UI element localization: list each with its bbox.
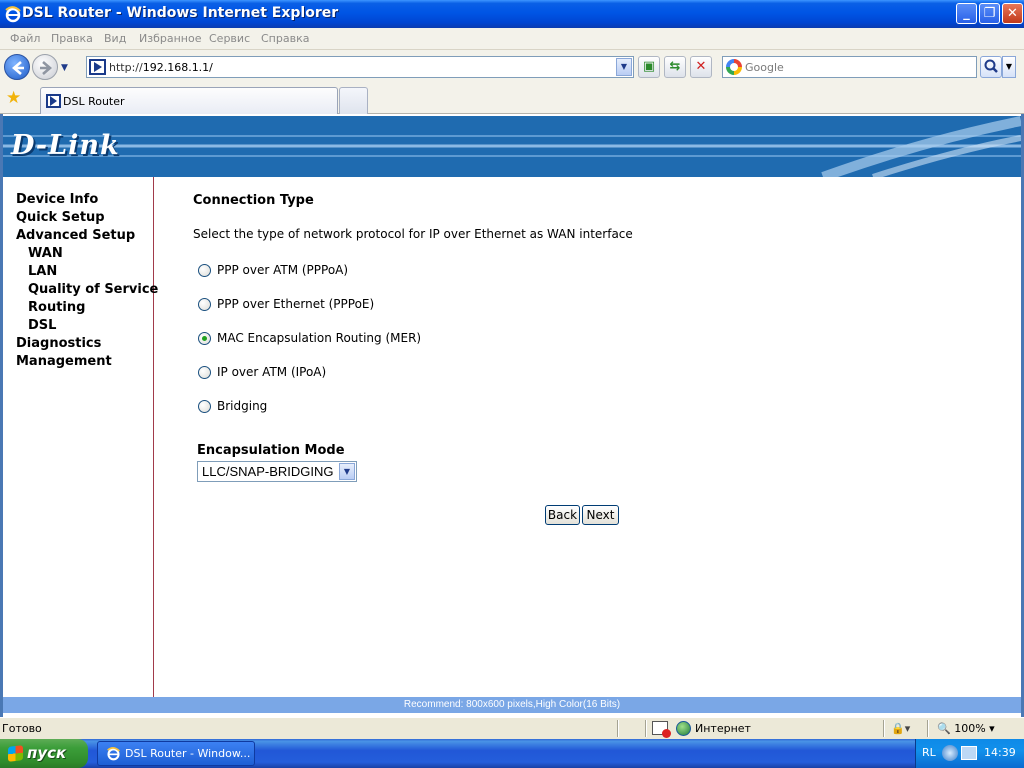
menu-tools[interactable]: Сервис bbox=[209, 32, 250, 45]
radio-pppoa[interactable] bbox=[198, 264, 211, 277]
sidebar-item-advanced-setup[interactable]: Advanced Setup bbox=[16, 228, 135, 243]
ie-logo-icon bbox=[107, 747, 120, 761]
radio-pppoe[interactable] bbox=[198, 298, 211, 311]
address-bar[interactable]: http://192.168.1.1/ ▼ bbox=[86, 56, 634, 78]
refresh-button[interactable]: ⇆ bbox=[664, 56, 686, 78]
sidebar-item-lan[interactable]: LAN bbox=[28, 264, 57, 279]
radio-ipoa[interactable] bbox=[198, 366, 211, 379]
search-options-button[interactable]: ▼ bbox=[1002, 56, 1016, 78]
status-separator bbox=[645, 720, 647, 737]
protected-mode-icon[interactable]: 🔒▾ bbox=[891, 722, 910, 735]
option-label: IP over ATM (IPoA) bbox=[217, 365, 327, 379]
next-form-button[interactable]: Next bbox=[582, 505, 619, 525]
clock: 14:39 bbox=[984, 746, 1016, 759]
menu-edit[interactable]: Правка bbox=[51, 32, 93, 45]
menu-bar: Файл Правка Вид Избранное Сервис Справка bbox=[0, 28, 1024, 50]
dlink-banner: D-Link bbox=[3, 116, 1021, 177]
status-bar: Готово Интернет 🔒▾ 🔍 100% ▾ bbox=[0, 717, 1024, 739]
address-url[interactable]: http://192.168.1.1/ bbox=[109, 61, 213, 74]
sidebar-item-management[interactable]: Management bbox=[16, 354, 112, 369]
network-icon[interactable] bbox=[961, 746, 977, 760]
tray-app-icon[interactable] bbox=[942, 745, 958, 761]
magnifier-icon bbox=[984, 59, 998, 73]
sidebar-item-wan[interactable]: WAN bbox=[28, 246, 63, 261]
start-button[interactable]: пуск bbox=[0, 739, 88, 768]
forward-arrow-icon bbox=[40, 61, 52, 75]
favorites-star-icon[interactable]: ★ bbox=[6, 88, 21, 108]
dlink-logo: D-Link bbox=[11, 130, 120, 161]
internet-zone-globe-icon bbox=[676, 721, 691, 736]
windows-taskbar: пуск DSL Router - Window... RL 14:39 bbox=[0, 739, 1024, 768]
sidebar-item-routing[interactable]: Routing bbox=[28, 300, 85, 315]
option-label: MAC Encapsulation Routing (MER) bbox=[217, 331, 422, 345]
radio-mer[interactable] bbox=[198, 332, 211, 345]
router-sidebar: Device Info Quick Setup Advanced Setup W… bbox=[3, 177, 158, 697]
windows-flag-icon bbox=[8, 745, 23, 762]
system-tray: RL 14:39 bbox=[915, 739, 1024, 768]
maximize-button[interactable]: ❐ bbox=[979, 3, 1000, 24]
option-label: PPP over Ethernet (PPPoE) bbox=[217, 297, 375, 311]
taskbar-item-ie[interactable]: DSL Router - Window... bbox=[97, 741, 255, 766]
page-description: Select the type of network protocol for … bbox=[193, 227, 633, 241]
popup-blocked-icon[interactable] bbox=[652, 721, 671, 738]
page-content: D-Link Device Info Quick Setup Advanced … bbox=[0, 114, 1024, 717]
radio-bridging[interactable] bbox=[198, 400, 211, 413]
ie-logo-icon bbox=[5, 6, 21, 23]
language-indicator[interactable]: RL bbox=[922, 746, 936, 759]
sidebar-item-device-info[interactable]: Device Info bbox=[16, 192, 98, 207]
new-tab-button[interactable] bbox=[339, 87, 368, 114]
address-dropdown-button[interactable]: ▼ bbox=[616, 58, 632, 76]
router-main-panel: Connection Type Select the type of netwo… bbox=[155, 177, 1021, 697]
resolution-recommendation: Recommend: 800x600 pixels,High Color(16 … bbox=[3, 697, 1021, 713]
window-title-bar[interactable]: DSL Router - Windows Internet Explorer _… bbox=[0, 0, 1024, 28]
option-label: Bridging bbox=[217, 399, 268, 413]
security-zone-text[interactable]: Интернет bbox=[695, 722, 751, 735]
status-text: Готово bbox=[2, 722, 42, 735]
back-form-button[interactable]: Back bbox=[545, 505, 580, 525]
close-button[interactable]: ✕ bbox=[1002, 3, 1023, 24]
window-title: DSL Router - Windows Internet Explorer bbox=[22, 5, 339, 21]
status-separator bbox=[927, 720, 929, 737]
status-separator bbox=[617, 720, 619, 737]
tab-dsl-router[interactable]: DSL Router bbox=[40, 87, 338, 114]
search-box[interactable]: Google bbox=[722, 56, 977, 78]
tab-bar: ★ DSL Router bbox=[0, 84, 1024, 114]
back-arrow-icon bbox=[12, 61, 24, 75]
chevron-down-icon[interactable]: ▼ bbox=[339, 463, 355, 480]
encapsulation-mode-label: Encapsulation Mode bbox=[197, 443, 345, 458]
encapsulation-mode-select[interactable]: LLC/SNAP-BRIDGING ▼ bbox=[197, 461, 357, 482]
start-label: пуск bbox=[27, 744, 67, 762]
minimize-button[interactable]: _ bbox=[956, 3, 977, 24]
sidebar-item-qos[interactable]: Quality of Service bbox=[28, 282, 158, 297]
page-title: Connection Type bbox=[193, 193, 314, 208]
forward-button[interactable] bbox=[32, 54, 58, 80]
menu-file[interactable]: Файл bbox=[10, 32, 40, 45]
search-button[interactable] bbox=[980, 56, 1002, 78]
stop-button[interactable]: ✕ bbox=[690, 56, 712, 78]
sidebar-item-quick-setup[interactable]: Quick Setup bbox=[16, 210, 105, 225]
google-icon bbox=[726, 59, 742, 75]
search-placeholder: Google bbox=[745, 61, 784, 74]
menu-help[interactable]: Справка bbox=[261, 32, 309, 45]
banner-stripes bbox=[3, 116, 1021, 177]
tab-label: DSL Router bbox=[63, 95, 125, 108]
compatibility-view-button[interactable]: ▣ bbox=[638, 56, 660, 78]
menu-view[interactable]: Вид bbox=[104, 32, 126, 45]
back-button[interactable] bbox=[4, 54, 30, 80]
history-dropdown-icon[interactable]: ▼ bbox=[61, 63, 73, 73]
tab-favicon-icon bbox=[46, 94, 61, 108]
encapsulation-mode-value: LLC/SNAP-BRIDGING bbox=[202, 464, 334, 479]
taskbar-item-label: DSL Router - Window... bbox=[125, 747, 251, 760]
menu-favorites[interactable]: Избранное bbox=[139, 32, 201, 45]
site-favicon-icon bbox=[89, 59, 106, 75]
sidebar-item-dsl[interactable]: DSL bbox=[28, 318, 56, 333]
zoom-level[interactable]: 🔍 100% ▾ bbox=[937, 722, 995, 735]
status-separator bbox=[883, 720, 885, 737]
option-label: PPP over ATM (PPPoA) bbox=[217, 263, 349, 277]
sidebar-item-diagnostics[interactable]: Diagnostics bbox=[16, 336, 101, 351]
address-toolbar: ▼ http://192.168.1.1/ ▼ ▣ ⇆ ✕ Google ▼ bbox=[0, 50, 1024, 84]
